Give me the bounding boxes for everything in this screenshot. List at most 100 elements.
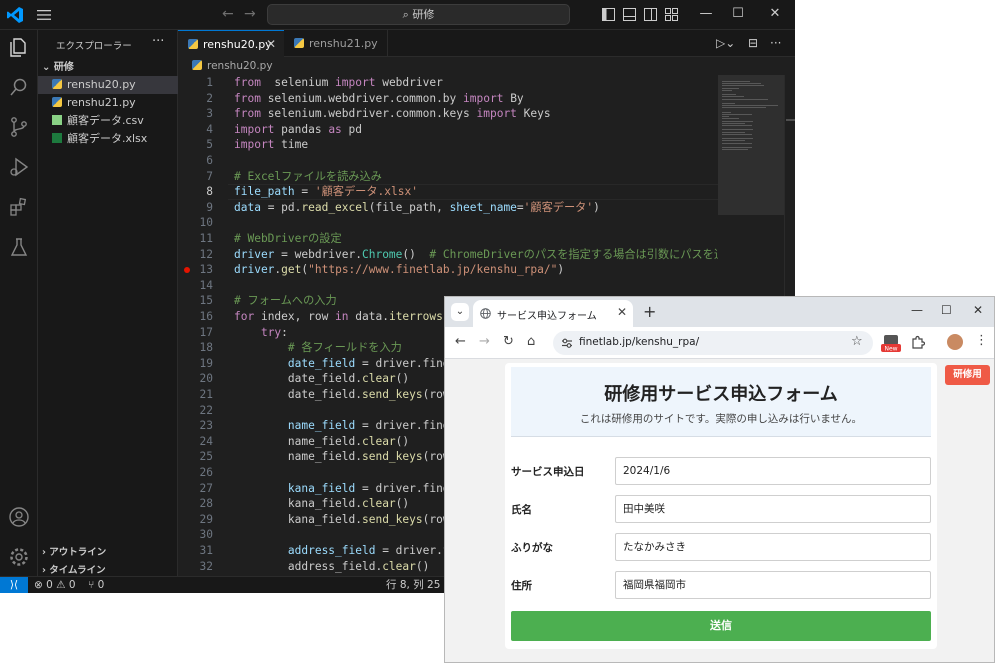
- timeline-label: タイムライン: [49, 565, 106, 576]
- command-center-search[interactable]: ⌕ 研修: [267, 4, 570, 25]
- tab-renshu20[interactable]: renshu20.py ✕: [178, 30, 284, 57]
- reload-icon[interactable]: ↻: [503, 334, 514, 349]
- form-title: 研修用サービス申込フォーム: [604, 384, 838, 405]
- customize-layout-icon[interactable]: [665, 8, 678, 21]
- training-badge: 研修用: [945, 365, 990, 385]
- close-button[interactable]: ✕: [755, 0, 795, 30]
- tab-search-icon[interactable]: ⌄: [451, 303, 469, 321]
- code-line[interactable]: 6: [178, 153, 718, 169]
- name-field[interactable]: 田中美咲: [615, 495, 931, 523]
- cursor-position[interactable]: 行 8, 列 25: [386, 577, 440, 593]
- editor-more-icon[interactable]: ···: [770, 36, 781, 50]
- toggle-sidebar-icon[interactable]: [602, 8, 615, 21]
- browser-tab[interactable]: サービス申込フォーム ✕: [473, 300, 633, 327]
- profile-avatar[interactable]: [947, 334, 963, 350]
- source-control-icon[interactable]: [8, 116, 30, 138]
- maximize-button[interactable]: ☐: [718, 0, 758, 30]
- toggle-panel-icon[interactable]: [623, 8, 636, 21]
- hamburger-menu-icon[interactable]: [36, 8, 52, 22]
- code-token: (): [395, 372, 410, 386]
- editor-tab-bar: renshu20.py ✕ renshu21.py ▷⌄ ⊟ ···: [178, 30, 795, 57]
- run-debug-icon[interactable]: [8, 156, 30, 178]
- file-item-renshu20[interactable]: renshu20.py: [38, 76, 178, 94]
- split-editor-icon[interactable]: ⊟: [748, 36, 758, 50]
- code-line[interactable]: 11 # WebDriverの設定: [178, 231, 718, 247]
- folder-header[interactable]: ⌄ 研修: [42, 58, 74, 73]
- code-text: driver.get("https://www.finetlab.jp/kens…: [234, 262, 564, 278]
- back-arrow-icon[interactable]: ←: [222, 6, 234, 22]
- remote-indicator-icon[interactable]: ⟩⟨: [0, 577, 28, 593]
- minimap-line: [722, 116, 730, 118]
- code-token: name_field.: [234, 450, 362, 464]
- file-item-renshu21[interactable]: renshu21.py: [38, 94, 178, 112]
- account-icon[interactable]: [8, 506, 30, 528]
- extensions-icon[interactable]: [8, 196, 30, 218]
- code-line[interactable]: 8 file_path = '顧客データ.xlsx': [178, 184, 718, 200]
- code-line[interactable]: 4 import pandas as pd: [178, 122, 718, 138]
- toggle-secondary-sidebar-icon[interactable]: [644, 8, 657, 21]
- back-arrow-icon[interactable]: ←: [455, 334, 466, 349]
- address-bar[interactable]: finetlab.jp/kenshu_rpa/ ☆: [553, 331, 873, 355]
- address-field[interactable]: 福岡県福岡市: [615, 571, 931, 599]
- minimap-line: [722, 118, 740, 120]
- code-token: time: [274, 138, 309, 152]
- maximize-button[interactable]: ☐: [941, 303, 952, 317]
- code-token: sheet_name: [449, 200, 517, 214]
- file-label: renshu20.py: [67, 78, 136, 91]
- code-token: selenium.webdriver.common.keys: [260, 107, 477, 121]
- explorer-icon[interactable]: [8, 36, 30, 58]
- search-icon[interactable]: [8, 76, 30, 98]
- settings-gear-icon[interactable]: [8, 546, 30, 568]
- code-line[interactable]: 9 data = pd.read_excel(file_path, sheet_n…: [178, 200, 718, 216]
- outline-section[interactable]: › アウトライン: [42, 544, 106, 558]
- home-icon[interactable]: ⌂: [527, 334, 535, 349]
- more-actions-icon[interactable]: ···: [152, 34, 164, 49]
- code-line[interactable]: 5 import time: [178, 137, 718, 153]
- ports-indicator[interactable]: ⑂ 0: [88, 577, 104, 593]
- timeline-section[interactable]: › タイムライン: [42, 562, 106, 576]
- label-service-date: サービス申込日: [511, 466, 585, 478]
- code-line[interactable]: 10: [178, 215, 718, 231]
- code-line[interactable]: 7 # Excelファイルを読み込み: [178, 169, 718, 185]
- testing-flask-icon[interactable]: [8, 236, 30, 258]
- scrollbar-thumb[interactable]: [786, 119, 795, 121]
- tab-renshu21[interactable]: renshu21.py: [284, 30, 388, 57]
- code-token: send_keys: [361, 450, 423, 464]
- code-text: data = pd.read_excel(file_path, sheet_na…: [234, 200, 600, 216]
- minimap-line: [722, 120, 753, 122]
- submit-button[interactable]: 送信: [511, 611, 931, 641]
- new-tab-icon[interactable]: +: [643, 302, 656, 321]
- new-feature-badge-icon[interactable]: New: [881, 333, 901, 353]
- bookmark-star-icon[interactable]: ☆: [851, 334, 863, 349]
- kebab-menu-icon[interactable]: ⋮: [975, 333, 988, 348]
- code-line[interactable]: 14: [178, 278, 718, 294]
- run-file-icon[interactable]: ▷⌄: [716, 36, 735, 50]
- file-item-csv[interactable]: 顧客データ.csv: [38, 112, 178, 130]
- code-text: address_field.clear(): [234, 559, 429, 575]
- code-token: '顧客データ.xlsx': [314, 185, 418, 199]
- forward-arrow-icon[interactable]: →: [244, 6, 256, 22]
- tab-label: renshu21.py: [309, 37, 378, 50]
- chrome-toolbar: ← → ↻ ⌂ finetlab.jp/kenshu_rpa/ ☆ New ⋮: [445, 327, 994, 359]
- close-tab-icon[interactable]: ✕: [617, 305, 627, 319]
- file-item-xlsx[interactable]: 顧客データ.xlsx: [38, 130, 178, 148]
- code-line[interactable]: 13 driver.get("https://www.finetlab.jp/ke…: [178, 262, 718, 278]
- problems-indicator[interactable]: ⊗ 0 ⚠ 0: [34, 577, 76, 593]
- line-number: 2: [206, 91, 213, 105]
- furigana-field[interactable]: たなかみさき: [615, 533, 931, 561]
- code-line[interactable]: 3 from selenium.webdriver.common.keys imp…: [178, 106, 718, 122]
- python-file-icon: [52, 97, 62, 107]
- minimap-line: [722, 103, 735, 104]
- close-button[interactable]: ✕: [973, 303, 983, 317]
- service-date-field[interactable]: 2024/1/6: [615, 457, 931, 485]
- code-line[interactable]: 2 from selenium.webdriver.common.by impor…: [178, 91, 718, 107]
- url-text: finetlab.jp/kenshu_rpa/: [579, 336, 700, 348]
- breadcrumb[interactable]: renshu20.py: [178, 57, 273, 75]
- close-tab-icon[interactable]: ✕: [266, 31, 276, 58]
- minimize-button[interactable]: —: [911, 303, 923, 317]
- forward-arrow-icon[interactable]: →: [479, 334, 490, 349]
- extensions-puzzle-icon[interactable]: [911, 335, 925, 349]
- code-line[interactable]: 1 from selenium import webdriver: [178, 75, 718, 91]
- site-settings-icon[interactable]: [561, 337, 573, 349]
- code-line[interactable]: 12 driver = webdriver.Chrome() # ChromeDr…: [178, 247, 718, 263]
